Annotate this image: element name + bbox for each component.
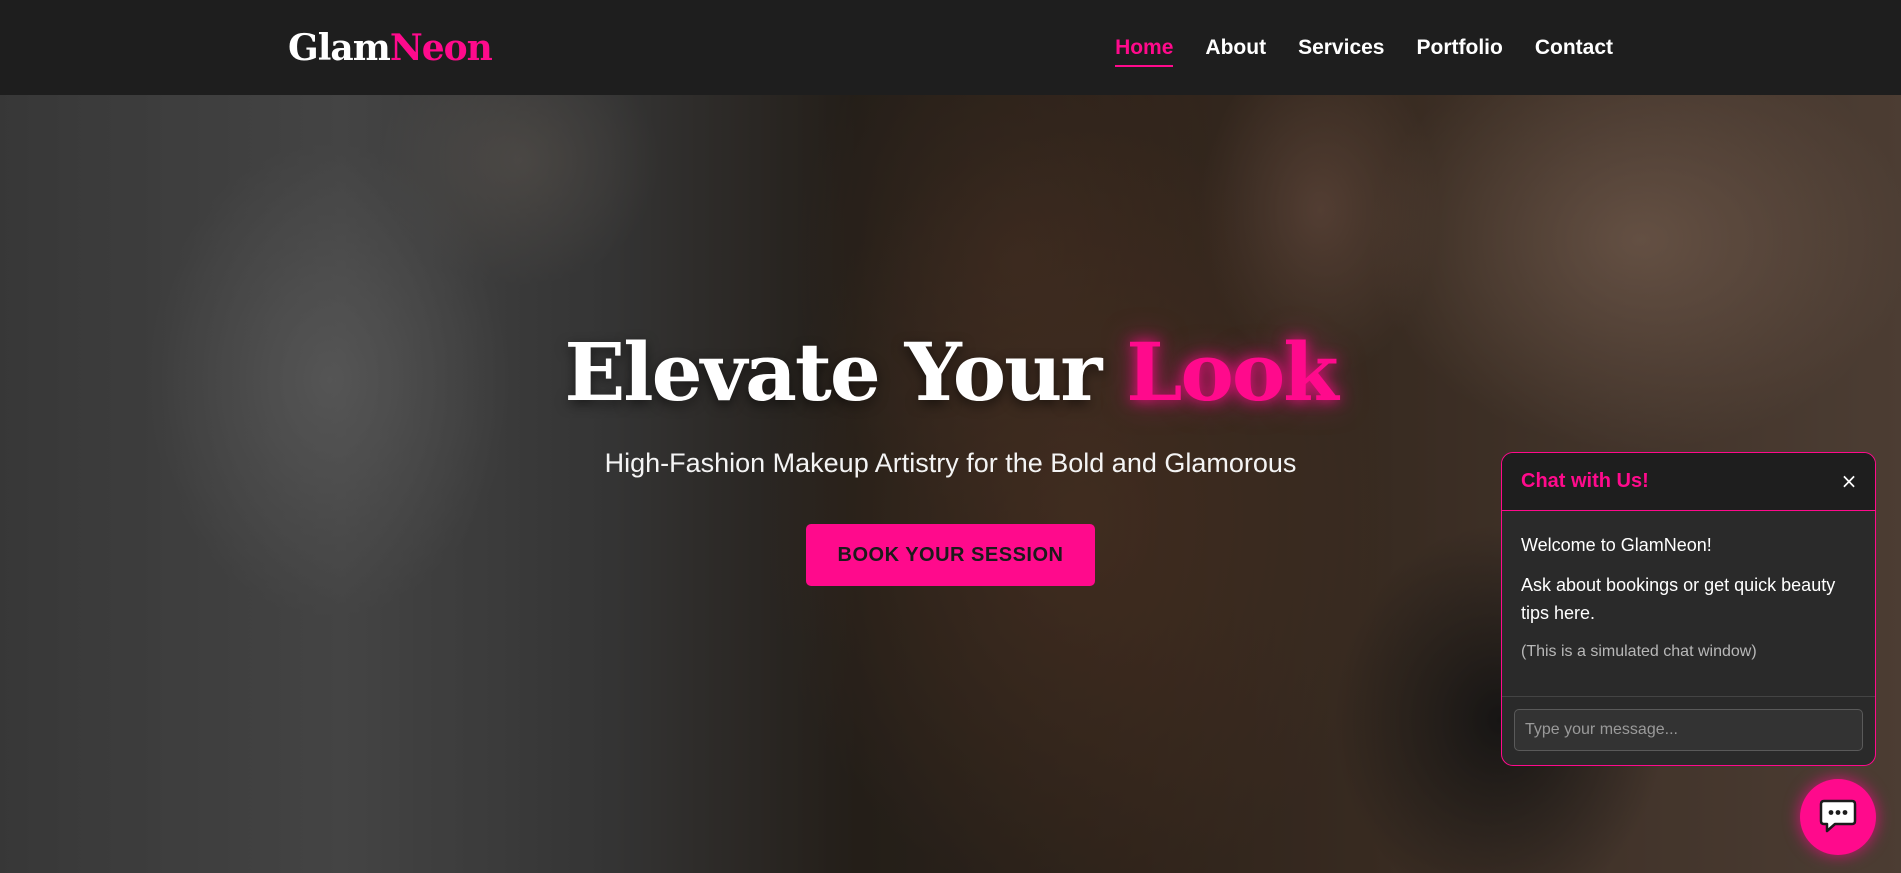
chat-toggle-button[interactable] <box>1800 779 1876 855</box>
nav-portfolio-link[interactable]: Portfolio <box>1417 34 1503 62</box>
logo-text-glam: Glam <box>288 27 391 69</box>
hero-title-main: Elevate Your <box>564 325 1127 419</box>
chat-messages: Welcome to GlamNeon! Ask about bookings … <box>1502 511 1875 697</box>
nav-services-link[interactable]: Services <box>1298 34 1384 62</box>
chat-header: Chat with Us! × <box>1502 453 1875 511</box>
chat-message: Ask about bookings or get quick beauty t… <box>1521 575 1836 623</box>
chat-input-area <box>1502 697 1875 763</box>
book-session-button[interactable]: BOOK YOUR SESSION <box>806 524 1095 586</box>
chat-note: (This is a simulated chat window) <box>1521 643 1757 660</box>
chat-message: Welcome to GlamNeon! <box>1521 535 1712 555</box>
nav-home-link[interactable]: Home <box>1115 34 1174 67</box>
chat-bubble-icon <box>1818 798 1858 837</box>
logo[interactable]: GlamNeon <box>288 24 493 72</box>
nav-about-link[interactable]: About <box>1205 34 1266 62</box>
chat-message-input[interactable] <box>1514 709 1863 751</box>
nav-contact-link[interactable]: Contact <box>1535 34 1613 62</box>
navbar: GlamNeon Home About Services Portfolio C… <box>0 0 1901 95</box>
chat-title: Chat with Us! <box>1521 470 1649 492</box>
hero-title: Elevate Your Look <box>0 320 1901 424</box>
close-icon[interactable]: × <box>1837 467 1861 495</box>
hero-title-highlight: Look <box>1126 325 1338 419</box>
main-nav: Home About Services Portfolio Contact <box>1115 34 1613 67</box>
chat-window: Chat with Us! × Welcome to GlamNeon! Ask… <box>1501 452 1876 766</box>
logo-text-neon: Neon <box>389 27 493 69</box>
